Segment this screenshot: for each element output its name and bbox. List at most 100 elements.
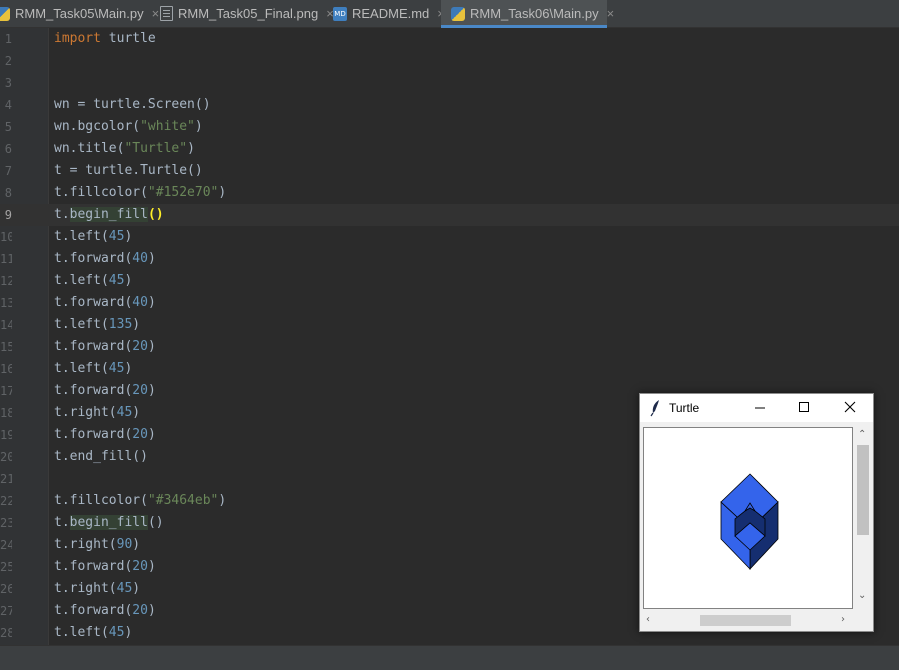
code-line[interactable]: 8 t.fillcolor("#152e70"): [0, 182, 899, 204]
minimize-button[interactable]: [739, 394, 783, 422]
line-number: 2: [4, 54, 12, 68]
scroll-down-icon[interactable]: ⌄: [858, 590, 866, 601]
line-number: 13: [0, 296, 12, 310]
line-number: 22: [0, 494, 12, 508]
line-number: 3: [4, 76, 12, 90]
code-text[interactable]: t.right(45): [54, 402, 140, 424]
python-file-icon: [0, 6, 10, 21]
vertical-scrollbar[interactable]: ⌃ ⌄: [855, 427, 871, 609]
tab-label: RMM_Task05_Final.png: [178, 6, 319, 21]
code-line[interactable]: 15 t.forward(20): [0, 336, 899, 358]
code-text[interactable]: t.forward(40): [54, 248, 156, 270]
code-text[interactable]: t.left(135): [54, 314, 140, 336]
code-line[interactable]: 10 t.left(45): [0, 226, 899, 248]
code-text[interactable]: t.left(45): [54, 622, 132, 644]
line-number: 9: [4, 208, 12, 222]
line-number: 28: [0, 626, 12, 640]
editor-tab-bar: RMM_Task05\Main.py × RMM_Task05_Final.pn…: [0, 0, 899, 28]
code-text[interactable]: t.left(45): [54, 270, 132, 292]
code-line[interactable]: 2: [0, 50, 899, 72]
code-text[interactable]: wn = turtle.Screen(): [54, 94, 211, 116]
window-title-bar[interactable]: Turtle: [640, 394, 873, 422]
tab-rmm-task05-main[interactable]: RMM_Task05\Main.py ×: [0, 0, 159, 27]
vertical-scroll-thumb[interactable]: [857, 445, 869, 535]
tab-label: RMM_Task05\Main.py: [15, 6, 144, 21]
code-line[interactable]: 14 t.left(135): [0, 314, 899, 336]
code-line[interactable]: 3: [0, 72, 899, 94]
line-number: 15: [0, 340, 12, 354]
line-number: 23: [0, 516, 12, 530]
code-line[interactable]: 1 import turtle: [0, 28, 899, 50]
scroll-right-icon[interactable]: ›: [841, 614, 845, 625]
code-text[interactable]: t.left(45): [54, 226, 132, 248]
code-text[interactable]: wn.title("Turtle"): [54, 138, 195, 160]
scroll-up-icon[interactable]: ⌃: [858, 429, 866, 440]
close-icon[interactable]: ×: [152, 6, 160, 21]
code-text[interactable]: import turtle: [54, 28, 156, 50]
line-number: 6: [4, 142, 12, 156]
maximize-icon: [799, 402, 809, 412]
line-number: 25: [0, 560, 12, 574]
feather-icon: [650, 400, 659, 417]
code-text[interactable]: t.fillcolor("#3464eb"): [54, 490, 226, 512]
window-title: Turtle: [669, 401, 700, 415]
code-line[interactable]: 4 wn = turtle.Screen(): [0, 94, 899, 116]
line-number: 16: [0, 362, 12, 376]
code-text[interactable]: t.begin_fill(): [54, 204, 164, 226]
tab-rmm-task05-final-png[interactable]: RMM_Task05_Final.png ×: [160, 0, 334, 27]
line-number: 20: [0, 450, 12, 464]
code-text[interactable]: t.forward(20): [54, 380, 156, 402]
code-line[interactable]: 11 t.forward(40): [0, 248, 899, 270]
code-line[interactable]: 13 t.forward(40): [0, 292, 899, 314]
code-text[interactable]: t.end_fill(): [54, 446, 148, 468]
code-line[interactable]: 9 t.begin_fill(): [0, 204, 899, 226]
code-text[interactable]: t.forward(20): [54, 336, 156, 358]
code-text[interactable]: t.right(90): [54, 534, 140, 556]
code-text[interactable]: t = turtle.Turtle(): [54, 160, 203, 182]
turtle-drawing: [720, 473, 779, 571]
line-number: 7: [4, 164, 12, 178]
line-number: 4: [4, 98, 12, 112]
python-file-icon: [451, 6, 465, 21]
code-line[interactable]: 12 t.left(45): [0, 270, 899, 292]
line-number: 11: [0, 252, 12, 266]
code-line[interactable]: 6 wn.title("Turtle"): [0, 138, 899, 160]
status-bar: [0, 645, 899, 670]
code-line[interactable]: 16 t.left(45): [0, 358, 899, 380]
line-number: 24: [0, 538, 12, 552]
image-file-icon: [160, 6, 173, 21]
turtle-window[interactable]: Turtle ⌃ ⌄ ‹ ›: [639, 393, 874, 632]
line-number: 1: [4, 32, 12, 46]
turtle-canvas[interactable]: [643, 427, 853, 609]
tab-rmm-task06-main[interactable]: RMM_Task06\Main.py ×: [441, 0, 614, 28]
code-text[interactable]: t.right(45): [54, 578, 140, 600]
code-line[interactable]: 5 wn.bgcolor("white"): [0, 116, 899, 138]
line-number: 14: [0, 318, 12, 332]
scroll-left-icon[interactable]: ‹: [646, 614, 650, 625]
code-text[interactable]: t.forward(40): [54, 292, 156, 314]
tab-label: RMM_Task06\Main.py: [470, 6, 599, 21]
code-text[interactable]: t.forward(20): [54, 424, 156, 446]
horizontal-scrollbar[interactable]: ‹ ›: [643, 612, 855, 629]
maximize-button[interactable]: [783, 394, 827, 422]
line-number: 8: [4, 186, 12, 200]
line-number: 18: [0, 406, 12, 420]
code-text[interactable]: t.left(45): [54, 358, 132, 380]
line-number: 19: [0, 428, 12, 442]
minimize-icon: [755, 407, 765, 409]
line-number: 12: [0, 274, 12, 288]
code-line[interactable]: 7 t = turtle.Turtle(): [0, 160, 899, 182]
line-number: 5: [4, 120, 12, 134]
code-text[interactable]: t.begin_fill(): [54, 512, 164, 534]
tab-readme[interactable]: MD README.md ×: [333, 0, 445, 27]
code-text[interactable]: t.fillcolor("#152e70"): [54, 182, 226, 204]
close-icon: [844, 401, 856, 413]
close-button[interactable]: [827, 394, 871, 422]
code-text[interactable]: wn.bgcolor("white"): [54, 116, 203, 138]
close-icon[interactable]: ×: [607, 6, 615, 21]
code-text[interactable]: t.forward(20): [54, 600, 156, 622]
line-number: 17: [0, 384, 12, 398]
code-text[interactable]: t.forward(20): [54, 556, 156, 578]
line-number: 21: [0, 472, 12, 486]
horizontal-scroll-thumb[interactable]: [700, 615, 791, 626]
